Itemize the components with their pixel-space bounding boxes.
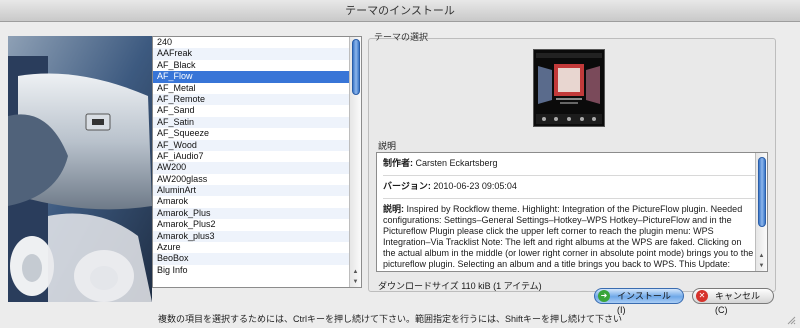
explanation-label: 説明: — [383, 204, 404, 214]
scroll-up-arrow-icon[interactable]: ▲ — [350, 267, 361, 277]
scrollbar-thumb[interactable] — [352, 39, 360, 95]
list-item[interactable]: AF_Metal — [153, 83, 349, 94]
list-item[interactable]: Amarok_plus3 — [153, 230, 349, 243]
list-item[interactable]: Azure — [153, 242, 349, 253]
theme-list-scrollbar[interactable]: ▲ ▼ — [349, 37, 361, 287]
status-hint: 複数の項目を選択するためには、Ctrlキーを押し続けて下さい。範囲指定を行うには… — [158, 314, 623, 324]
list-item[interactable]: Amarok_Plus — [153, 207, 349, 220]
cancel-x-icon: ✕ — [696, 290, 708, 302]
list-item[interactable]: Amarok_Plus2 — [153, 219, 349, 230]
dialog-content: 240 AAFreak AF_Black AF_Flow AF_Metal AF… — [0, 22, 800, 328]
list-item[interactable]: AF_iAudio7 — [153, 151, 349, 162]
list-item[interactable]: AF_Sand — [153, 105, 349, 116]
window-titlebar[interactable]: テーマのインストール — [0, 0, 800, 22]
list-item[interactable]: 240 — [153, 37, 349, 48]
scroll-down-arrow-icon[interactable]: ▼ — [756, 261, 767, 271]
install-arrow-icon: ➜ — [598, 290, 610, 302]
download-size: ダウンロードサイズ 110 kiB (1 アイテム) — [378, 281, 542, 291]
explanation-text: Inspired by Rockflow theme. Highlight: I… — [383, 204, 754, 271]
version-value: 2010-06-23 09:05:04 — [433, 181, 517, 191]
description-scrollbar[interactable]: ▲ ▼ — [755, 153, 767, 271]
list-item[interactable]: AW200glass — [153, 174, 349, 185]
description-label: 説明 — [378, 141, 397, 151]
install-button-label: インストール(I) — [617, 291, 671, 315]
resize-grip-icon[interactable] — [786, 315, 796, 325]
scrollbar-thumb[interactable] — [758, 157, 766, 227]
list-item[interactable]: BeoBox — [153, 253, 349, 265]
description-box[interactable]: 制作者: Carsten Eckartsberg バージョン: 2010-06-… — [376, 152, 768, 272]
scroll-down-arrow-icon[interactable]: ▼ — [350, 277, 361, 287]
list-item[interactable]: AF_Black — [153, 60, 349, 71]
author-value: Carsten Eckartsberg — [415, 158, 498, 168]
version-label: バージョン: — [383, 181, 431, 191]
list-item[interactable]: AF_Wood — [153, 139, 349, 151]
list-item[interactable]: AAFreak — [153, 48, 349, 60]
list-item[interactable]: AF_Squeeze — [153, 128, 349, 139]
divider — [383, 198, 755, 199]
scroll-up-arrow-icon[interactable]: ▲ — [756, 251, 767, 261]
list-item-selected[interactable]: AF_Flow — [153, 71, 349, 83]
cancel-button-label: キャンセル(C) — [715, 291, 761, 315]
list-item[interactable]: AF_Remote — [153, 93, 349, 106]
theme-preview-image — [533, 49, 605, 127]
list-item[interactable]: AW200 — [153, 162, 349, 174]
install-button[interactable]: ➜ インストール(I) — [594, 288, 684, 315]
cancel-button[interactable]: ✕ キャンセル(C) — [692, 288, 774, 315]
list-item[interactable]: AF_Satin — [153, 116, 349, 129]
window-title: テーマのインストール — [345, 5, 455, 17]
list-item[interactable]: Big Info — [153, 265, 349, 276]
group-title: テーマの選択 — [374, 32, 429, 42]
theme-list[interactable]: 240 AAFreak AF_Black AF_Flow AF_Metal AF… — [152, 36, 362, 288]
author-label: 制作者: — [383, 158, 413, 168]
list-item[interactable]: Amarok — [153, 196, 349, 207]
list-item[interactable]: AluminArt — [153, 185, 349, 197]
device-photo — [8, 36, 152, 302]
divider — [383, 175, 755, 176]
